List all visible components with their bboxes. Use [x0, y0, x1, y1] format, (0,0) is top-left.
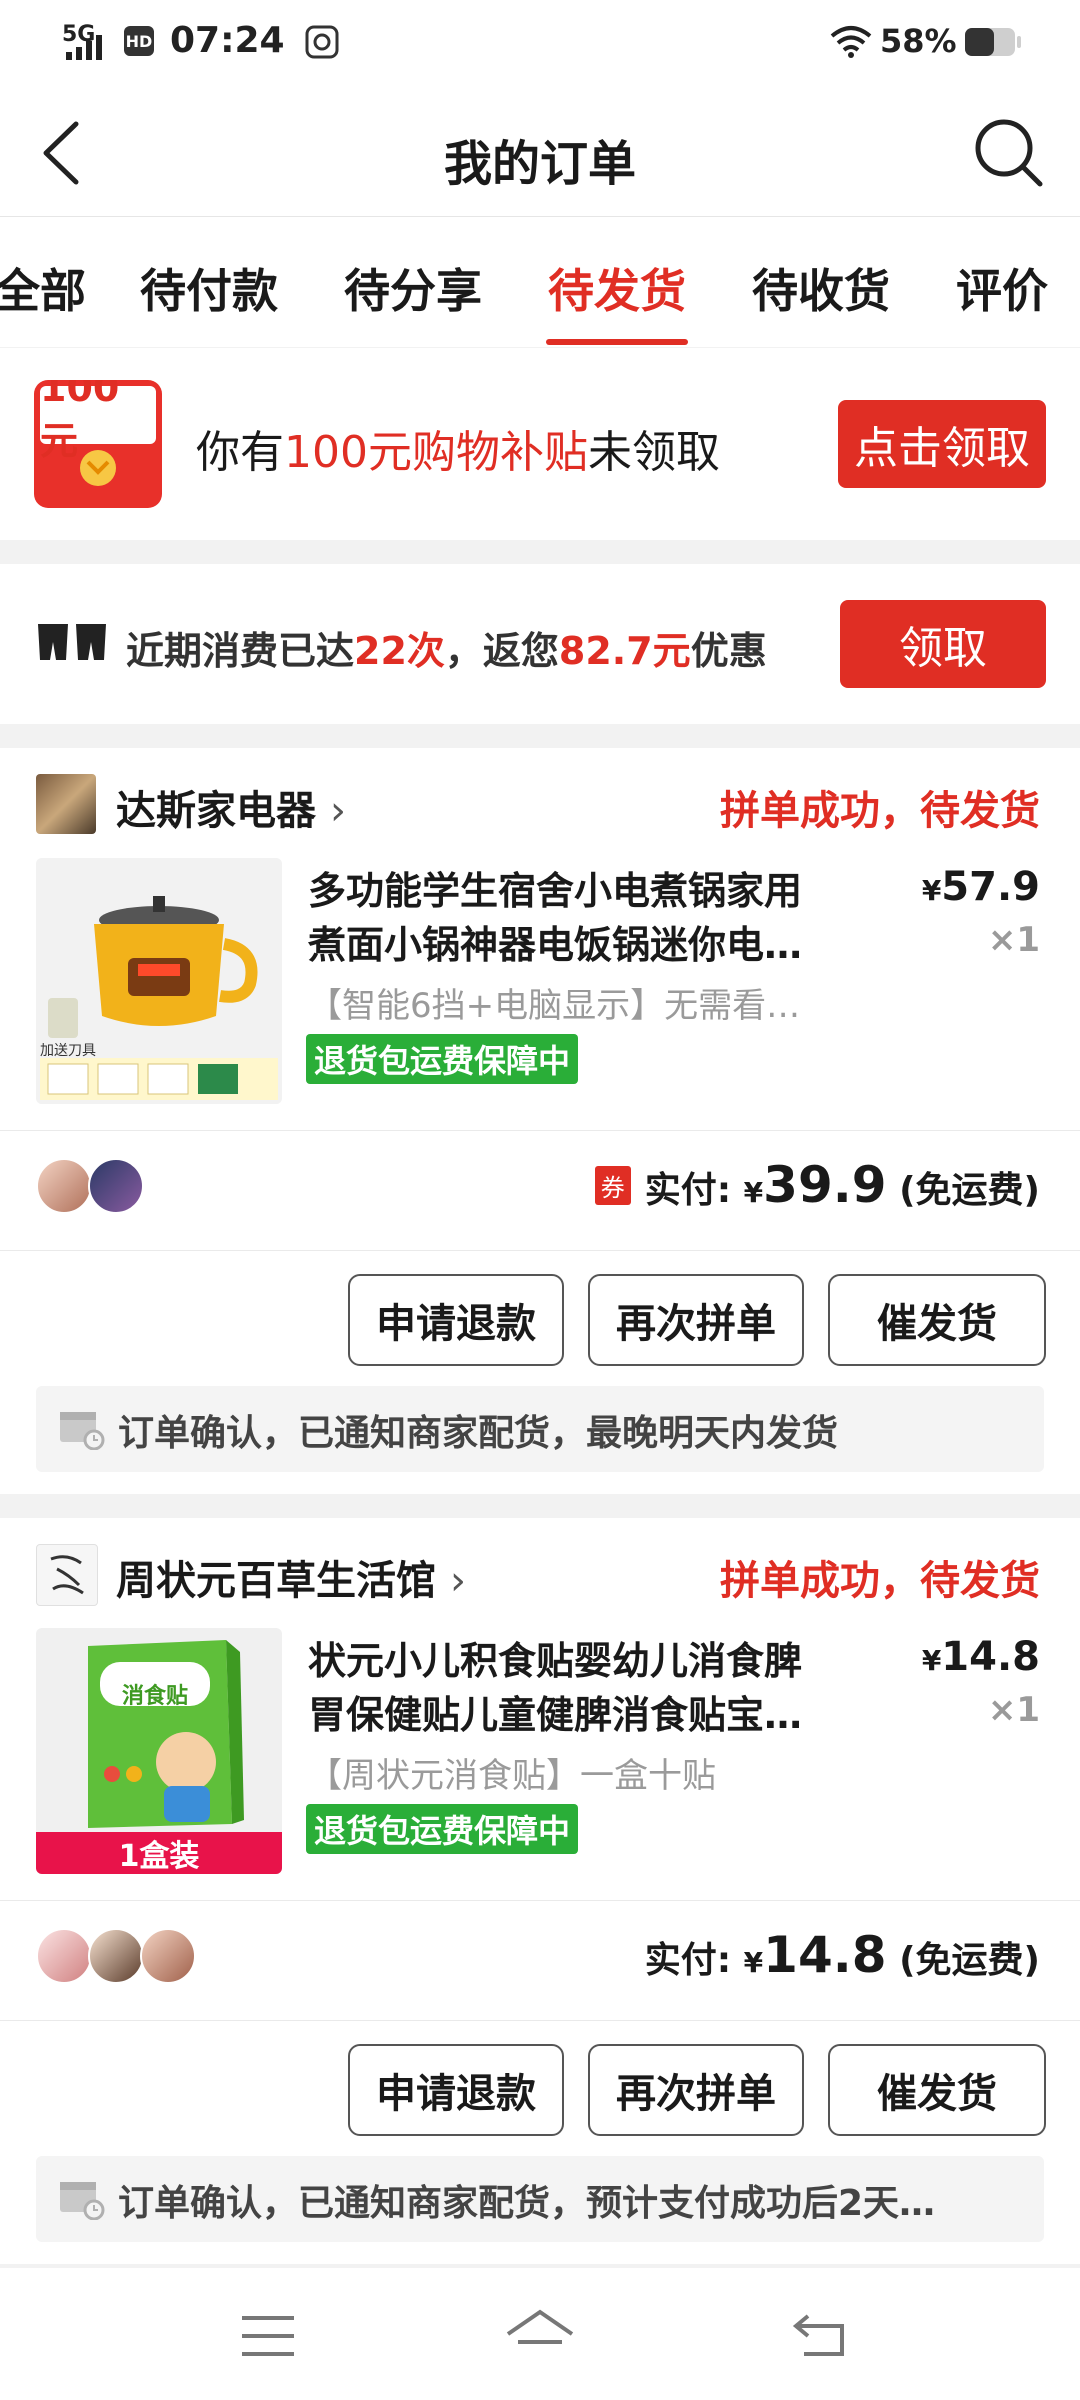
- header: 我的订单: [0, 88, 1080, 217]
- chevron-right-icon: ›: [329, 788, 346, 834]
- claim-rebate-button[interactable]: 领取: [840, 600, 1046, 688]
- order-card: 达斯家电器 › 拼单成功，待发货 加送刀具 多功能学生宿舍小电煮锅家用 煮面小锅…: [0, 748, 1080, 1494]
- shop-name[interactable]: 周状元百草生活馆 ›: [116, 1548, 466, 1606]
- order-status: 拼单成功，待发货: [720, 1558, 1040, 1604]
- tab-pending-share[interactable]: 待分享: [344, 255, 482, 321]
- search-icon[interactable]: [970, 114, 1046, 190]
- coupon-tag: 券: [594, 1166, 631, 1205]
- member-avatar: [140, 1928, 196, 1984]
- order-note-text: 订单确认，已通知商家配货，预计支付成功后2天…: [118, 2183, 936, 2224]
- return-shipping-badge: 退货包运费保障中: [306, 1034, 579, 1084]
- divider: [0, 1130, 1080, 1131]
- rice-cooker-icon: [36, 858, 282, 1104]
- red-envelope-icon: 100元: [34, 380, 162, 508]
- chevron-right-icon: ›: [449, 1558, 466, 1604]
- wifi-icon: [830, 26, 872, 58]
- product-title[interactable]: 状元小儿积食贴婴幼儿消食脾 胃保健贴儿童健脾消食贴宝…: [308, 1634, 868, 1742]
- signal-icon: [66, 35, 102, 60]
- shop-avatar[interactable]: [36, 1544, 98, 1606]
- divider: [0, 1250, 1080, 1251]
- claim-subsidy-button[interactable]: 点击领取: [838, 400, 1046, 488]
- member-avatar: [36, 1158, 92, 1214]
- reorder-button[interactable]: 再次拼单: [588, 1274, 804, 1366]
- product-quantity: ×1: [987, 1690, 1040, 1730]
- page-title: 我的订单: [443, 136, 636, 192]
- hd-icon: HD: [124, 26, 154, 56]
- battery-percent: 58%: [880, 22, 957, 60]
- divider: [0, 1900, 1080, 1901]
- paid-amount: 券实付: ¥39.9 (免运费): [594, 1156, 1040, 1214]
- product-image[interactable]: 消食贴 1盒装: [36, 1628, 282, 1874]
- home-icon[interactable]: [504, 2308, 576, 2360]
- tab-pending-receipt[interactable]: 待收货: [752, 255, 890, 321]
- calendar-clock-icon: [60, 1412, 105, 1450]
- tab-pending-shipment[interactable]: 待发货: [548, 255, 686, 321]
- rebate-text: 近期消费已达22次，返您82.7元优惠: [126, 629, 767, 673]
- subsidy-text: 你有100元购物补贴未领取: [196, 427, 720, 478]
- urge-shipment-button[interactable]: 催发货: [828, 2044, 1046, 2136]
- tab-pending-payment[interactable]: 待付款: [140, 255, 278, 321]
- calendar-clock-icon: [60, 2182, 105, 2220]
- menu-icon[interactable]: [240, 2314, 296, 2358]
- tab-all[interactable]: 全部: [0, 255, 86, 321]
- back-nav-icon[interactable]: [792, 2312, 848, 2358]
- box-label: 消食贴: [121, 1684, 188, 1709]
- member-avatar: [36, 1928, 92, 1984]
- clock: 07:24: [170, 20, 285, 61]
- calligraphy-logo-icon: [50, 1555, 84, 1595]
- order-status: 拼单成功，待发货: [720, 788, 1040, 834]
- battery-icon: [965, 28, 1021, 56]
- urge-shipment-button[interactable]: 催发货: [828, 1274, 1046, 1366]
- refund-button[interactable]: 申请退款: [348, 1274, 564, 1366]
- subsidy-banner: 100元 你有100元购物补贴未领取 点击领取: [0, 348, 1080, 540]
- tab-review[interactable]: 评价: [956, 255, 1048, 321]
- product-price: ¥57.9: [921, 864, 1040, 910]
- coin-icon: [80, 450, 116, 486]
- system-nav-bar: [0, 2268, 1080, 2400]
- thumb-caption: 加送刀具: [40, 1043, 96, 1059]
- product-spec: 【周状元消食贴】一盒十贴: [308, 1756, 716, 1796]
- member-avatar: [88, 1928, 144, 1984]
- app-notification-icon: [305, 25, 339, 59]
- order-note: 订单确认，已通知商家配货，最晚明天内发货: [36, 1386, 1044, 1472]
- red-envelope-amount: 100元: [40, 380, 156, 463]
- status-bar: 5G HD 07:24 58%: [0, 0, 1080, 88]
- return-shipping-badge: 退货包运费保障中: [306, 1804, 579, 1854]
- product-image[interactable]: 加送刀具: [36, 858, 282, 1104]
- order-tabs: 全部 待付款 待分享 待发货 待收货 评价: [0, 217, 1080, 347]
- member-avatar: [88, 1158, 144, 1214]
- product-title[interactable]: 多功能学生宿舍小电煮锅家用 煮面小锅神器电饭锅迷你电…: [308, 864, 868, 972]
- product-quantity: ×1: [987, 920, 1040, 960]
- order-card: 周状元百草生活馆 › 拼单成功，待发货 消食贴 1盒装 状元小儿积食贴婴幼儿消食…: [0, 1518, 1080, 2264]
- reorder-button[interactable]: 再次拼单: [588, 2044, 804, 2136]
- rebate-banner: 近期消费已达22次，返您82.7元优惠 领取: [0, 564, 1080, 724]
- refund-button[interactable]: 申请退款: [348, 2044, 564, 2136]
- paid-amount: 实付: ¥14.8 (免运费): [644, 1926, 1040, 1984]
- divider: [0, 2020, 1080, 2021]
- shop-name[interactable]: 达斯家电器 ›: [116, 778, 346, 836]
- product-price: ¥14.8: [921, 1634, 1040, 1680]
- order-note: 订单确认，已通知商家配货，预计支付成功后2天…: [36, 2156, 1044, 2242]
- active-tab-indicator: [546, 339, 688, 345]
- shorts-icon: [38, 624, 106, 660]
- product-spec: 【智能6挡+电脑显示】无需看…: [308, 986, 801, 1026]
- thumb-caption: 1盒装: [36, 1832, 282, 1874]
- shop-avatar[interactable]: [36, 774, 96, 834]
- order-note-text: 订单确认，已通知商家配货，最晚明天内发货: [118, 1413, 839, 1454]
